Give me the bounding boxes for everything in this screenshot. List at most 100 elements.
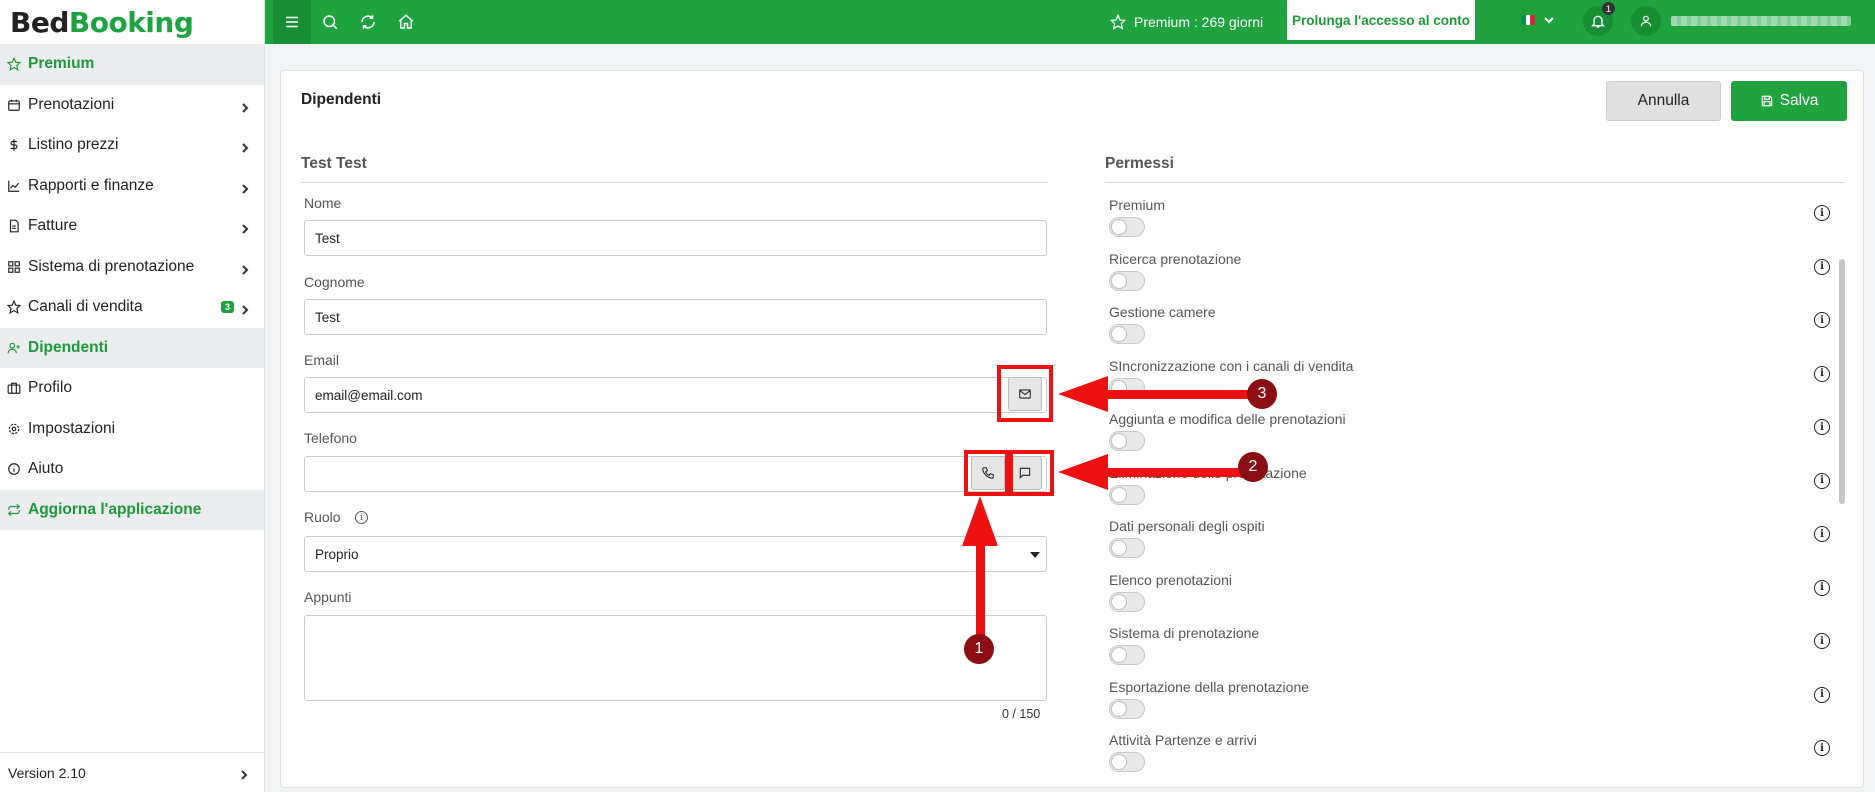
permission-toggle[interactable]	[1109, 484, 1145, 505]
app-logo[interactable]: Bed Booking	[0, 0, 264, 44]
ruolo-select[interactable]: Proprio	[304, 536, 1047, 572]
language-selector[interactable]	[1521, 14, 1555, 26]
save-button[interactable]: Salva	[1731, 81, 1847, 121]
telefono-label: Telefono	[304, 430, 357, 446]
info-icon[interactable]: i	[1814, 419, 1830, 435]
count-badge: 3	[220, 301, 234, 314]
notifications-button[interactable]: 1	[1583, 2, 1615, 36]
cognome-field[interactable]: Test	[304, 299, 1047, 335]
divider	[1105, 182, 1845, 183]
user-icon	[1640, 15, 1652, 27]
info-icon[interactable]: i	[1814, 365, 1830, 382]
chart-line-icon	[6, 178, 22, 194]
permission-label: Ricerca prenotazione	[1109, 250, 1242, 267]
permission-toggle[interactable]	[1109, 538, 1145, 558]
sidebar-item-fatture[interactable]: Fatture	[0, 206, 264, 247]
bell-icon	[1591, 15, 1605, 28]
info-icon[interactable]: i	[1814, 312, 1830, 328]
search-icon	[323, 15, 338, 30]
sidebar-item-impostazioni[interactable]: Impostazioni	[0, 409, 264, 450]
user-name-blurred	[1671, 16, 1851, 26]
sidebar-item-profilo[interactable]: Profilo	[0, 368, 264, 409]
email-field[interactable]: email@email.com	[304, 377, 1047, 413]
appunti-textarea[interactable]	[304, 615, 1047, 701]
version-label: Version 2.10	[8, 764, 86, 781]
permission-label: Attività Partenze e arrivi	[1109, 732, 1257, 748]
permissions-section-title: Permessi	[1105, 155, 1174, 172]
sidebar-item-label: Prenotazioni	[28, 95, 115, 113]
sidebar-nav: Premium Prenotazioni Listino prezzi Rapp…	[0, 44, 264, 530]
sidebar-item-rapporti[interactable]: Rapporti e finanze	[0, 166, 264, 207]
info-icon[interactable]: i	[1814, 526, 1830, 542]
permissions-scrollbar[interactable]	[1839, 259, 1845, 504]
permission-toggle[interactable]	[1109, 752, 1145, 772]
chevron-down-icon	[1544, 17, 1554, 24]
chevron-right-icon	[240, 100, 250, 113]
info-icon[interactable]: i	[1814, 472, 1830, 489]
premium-days-text: Premium : 269 giorni	[1134, 14, 1264, 30]
star-icon	[6, 56, 22, 72]
sidebar-item-listino-prezzi[interactable]: Listino prezzi	[0, 125, 264, 166]
refresh-icon	[6, 502, 22, 518]
cognome-label: Cognome	[304, 274, 365, 290]
permission-toggle[interactable]	[1109, 591, 1145, 612]
info-icon[interactable]: i	[1814, 579, 1830, 596]
sync-button[interactable]	[349, 0, 387, 44]
info-icon[interactable]: i	[1814, 686, 1830, 703]
permission-toggle[interactable]	[1109, 377, 1145, 398]
permission-toggle[interactable]	[1109, 645, 1145, 665]
sidebar-item-label: Impostazioni	[28, 419, 116, 437]
version-info[interactable]: Version 2.10	[0, 752, 265, 792]
sidebar-item-label: Fatture	[28, 217, 78, 235]
sidebar-item-prenotazioni[interactable]: Prenotazioni	[0, 85, 264, 126]
permission-label: Premium	[1109, 197, 1166, 213]
ruolo-label: Ruolo	[304, 509, 341, 525]
sidebar-item-canali-vendita[interactable]: Canali di vendita 3	[0, 287, 264, 328]
sidebar-item-label: Canali di vendita	[28, 298, 143, 316]
page-title: Dipendenti	[301, 91, 382, 108]
home-button[interactable]	[387, 0, 425, 44]
permission-label: Gestione camere	[1109, 304, 1216, 320]
annotation-number-3: 3	[1247, 379, 1277, 409]
sidebar: Bed Booking Premium Prenotazioni Listino …	[0, 0, 265, 792]
sidebar-item-aiuto[interactable]: Aiuto	[0, 449, 264, 490]
save-label: Salva	[1779, 92, 1819, 109]
floppy-disk-icon	[1761, 95, 1772, 107]
star-icon	[1110, 14, 1126, 30]
info-icon[interactable]: i	[1814, 258, 1830, 275]
permission-toggle[interactable]	[1109, 217, 1145, 237]
info-icon[interactable]: i	[1814, 633, 1830, 649]
extend-access-button[interactable]: Prolunga l'accesso al conto	[1287, 0, 1475, 40]
info-icon[interactable]: i	[355, 511, 368, 524]
info-icon[interactable]: i	[1814, 740, 1830, 756]
permission-toggle[interactable]	[1109, 324, 1145, 344]
user-menu[interactable]	[1631, 6, 1851, 36]
character-counter: 0 / 150	[1002, 707, 1041, 721]
sidebar-item-label: Premium	[28, 55, 95, 73]
permission-label: SIncronizzazione con i canali di vendita	[1109, 357, 1354, 374]
sidebar-item-label: Listino prezzi	[28, 136, 119, 154]
chevron-right-icon	[240, 181, 250, 194]
sidebar-item-sistema-prenotazione[interactable]: Sistema di prenotazione	[0, 247, 264, 288]
search-button[interactable]	[311, 0, 349, 44]
permission-toggle[interactable]	[1109, 698, 1145, 719]
employee-edit-card: Dipendenti Annulla Salva Test Test Nome …	[280, 70, 1864, 788]
cancel-button[interactable]: Annulla	[1606, 81, 1721, 121]
email-label: Email	[304, 352, 340, 368]
sidebar-item-premium[interactable]: Premium	[0, 44, 264, 85]
permission-label: Sistema di prenotazione	[1109, 625, 1260, 641]
sidebar-item-label: Dipendenti	[28, 338, 109, 356]
sidebar-item-label: Aggiorna l'applicazione	[28, 500, 202, 518]
nome-field[interactable]: Test	[304, 220, 1047, 256]
info-icon[interactable]: i	[1814, 205, 1830, 221]
star-icon	[6, 299, 22, 315]
telefono-field[interactable]	[304, 456, 1047, 492]
sidebar-item-dipendenti[interactable]: Dipendenti	[0, 327, 264, 368]
home-icon	[398, 14, 414, 29]
menu-toggle-button[interactable]	[273, 0, 311, 44]
permission-toggle[interactable]	[1109, 431, 1145, 451]
permission-toggle[interactable]	[1109, 270, 1145, 291]
briefcase-icon	[6, 380, 22, 396]
sidebar-item-aggiorna[interactable]: Aggiorna l'applicazione	[0, 489, 264, 530]
highlight-box-phone	[964, 450, 1009, 496]
